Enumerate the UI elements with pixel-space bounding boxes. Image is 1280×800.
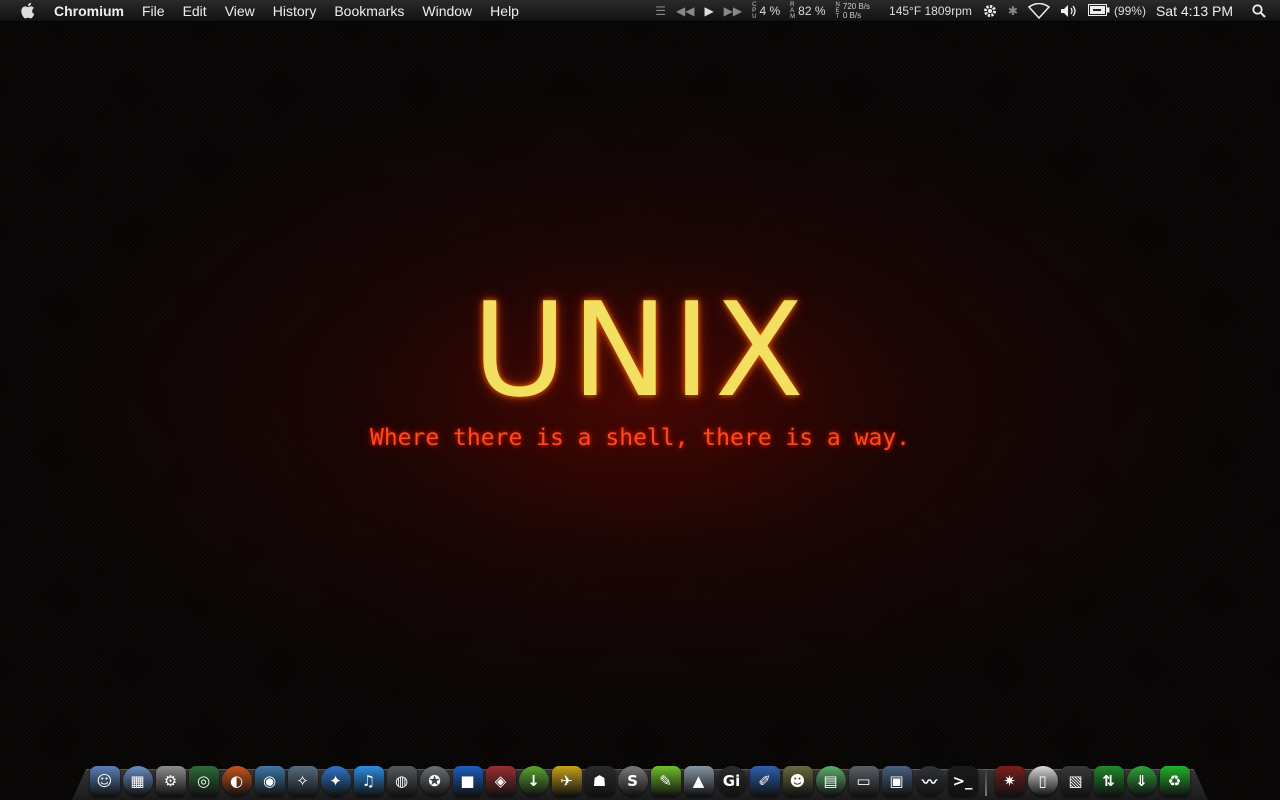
cpu-monitor[interactable]: CPU 4 % — [752, 0, 780, 22]
skype-icon[interactable]: S — [617, 766, 648, 796]
disk-utility-icon[interactable]: ▭ — [848, 766, 879, 796]
monitor-icon[interactable]: ▣ — [881, 766, 912, 796]
evernote-icon[interactable]: ✎ — [650, 766, 681, 796]
menu-bar: Chromium File Edit View History Bookmark… — [0, 0, 1280, 22]
system-preferences-icon[interactable]: ⚙ — [155, 766, 186, 796]
volume-icon[interactable] — [1060, 0, 1078, 22]
menu-bookmarks[interactable]: Bookmarks — [325, 0, 413, 22]
vlc-icon[interactable]: ▲ — [683, 766, 714, 796]
finder-icon[interactable]: ☺ — [89, 766, 120, 796]
robot-icon[interactable]: ✪ — [419, 766, 450, 796]
net-label: NET — [835, 2, 840, 20]
itunes-icon[interactable]: ♫ — [353, 766, 384, 796]
camino-icon[interactable]: ◉ — [254, 766, 285, 796]
wifi-icon[interactable] — [1027, 0, 1050, 22]
activity-monitor-icon[interactable]: 〰 — [914, 766, 945, 796]
cube-icon[interactable]: ◈ — [485, 766, 516, 796]
menu-history[interactable]: History — [264, 0, 326, 22]
ninja-icon[interactable]: ☗ — [584, 766, 615, 796]
fast-forward-icon[interactable]: ▶▶ — [724, 0, 742, 22]
download-arrow-icon[interactable]: ↓ — [518, 766, 549, 796]
dock-separator — [985, 766, 987, 796]
ram-label: RAM — [790, 2, 796, 20]
net-monitor[interactable]: NET 720 B/s 0 B/s — [836, 0, 870, 22]
list-icon[interactable]: ☰ — [655, 0, 666, 22]
menu-window[interactable]: Window — [413, 0, 481, 22]
battery-status[interactable]: (99%) — [1087, 0, 1146, 22]
net-down: 0 B/s — [842, 11, 862, 20]
menu-help[interactable]: Help — [481, 0, 528, 22]
firefox-icon[interactable]: ◐ — [221, 766, 252, 796]
blue-square-icon[interactable]: ■ — [452, 766, 483, 796]
rewind-icon[interactable]: ◀◀ — [676, 0, 694, 22]
dock: ☺ ▦ ⚙ ◎ ◐ ◉ ✧ ✦ ♫ ◍ ✪ ■ ◈ ↓ ✈ ☗ S ✎ ▲ Gi ✐ ☻ ▤ ▭ ▣ 〰 >_ ✷ ▯ ▧ ⇅ ⇓ ♻ — [72, 756, 1208, 800]
ram-value: 82 % — [798, 4, 826, 18]
desktop: Chromium File Edit View History Bookmark… — [0, 0, 1280, 800]
temp-fan-readout[interactable]: 145°F 1809rpm — [889, 0, 972, 22]
menu-view[interactable]: View — [216, 0, 264, 22]
battery-icon — [1087, 3, 1110, 19]
menu-app-name[interactable]: Chromium — [54, 0, 133, 22]
compass-icon[interactable]: ✧ — [287, 766, 318, 796]
clapper-icon[interactable]: ▧ — [1060, 766, 1091, 796]
net-up: 720 B/s — [842, 2, 871, 11]
wallpaper-headline: UNIX — [472, 274, 808, 426]
green-download-icon[interactable]: ⇓ — [1126, 766, 1157, 796]
cpu-value: 4 % — [759, 4, 781, 18]
gi-icon[interactable]: Gi — [716, 766, 747, 796]
apple-icon[interactable] — [18, 2, 36, 20]
play-icon[interactable]: ▶ — [704, 0, 713, 22]
coda-icon[interactable]: ✐ — [749, 766, 780, 796]
trash-icon[interactable]: ♻ — [1159, 766, 1190, 796]
document-icon[interactable]: ▯ — [1027, 766, 1058, 796]
transmit-icon[interactable]: ✈ — [551, 766, 582, 796]
ram-monitor[interactable]: RAM 82 % — [790, 0, 825, 22]
beetle-icon[interactable]: ✷ — [994, 766, 1025, 796]
wallpaper-tagline: Where there is a shell, there is a way. — [369, 425, 911, 451]
sync-arrows-icon[interactable]: ⇅ — [1093, 766, 1124, 796]
speaker-icon[interactable]: ◍ — [386, 766, 417, 796]
finder-window-icon[interactable]: ▦ — [122, 766, 153, 796]
terminal-icon[interactable]: >_ — [947, 766, 978, 796]
spotlight-search-icon[interactable] — [1252, 0, 1266, 22]
menu-extras: ☰ ◀◀ ▶ ▶▶ CPU 4 % RAM 82 % NET 720 B/s 0… — [650, 0, 1280, 22]
notes-icon[interactable]: ▤ — [815, 766, 846, 796]
cpu-label: CPU — [752, 2, 757, 20]
menu-file[interactable]: File — [133, 0, 174, 22]
safari-icon[interactable]: ✦ — [320, 766, 351, 796]
bluetooth-icon[interactable]: ✱ — [1008, 0, 1018, 22]
menu-edit[interactable]: Edit — [174, 0, 216, 22]
photo-booth-icon[interactable]: ☻ — [782, 766, 813, 796]
menu-clock[interactable]: Sat 4:13 PM — [1156, 0, 1233, 22]
radar-icon[interactable]: ◎ — [188, 766, 219, 796]
dock-icons: ☺ ▦ ⚙ ◎ ◐ ◉ ✧ ✦ ♫ ◍ ✪ ■ ◈ ↓ ✈ ☗ S ✎ ▲ Gi ✐ ☻ ▤ ▭ ▣ 〰 >_ ✷ ▯ ▧ ⇅ ⇓ ♻ — [88, 756, 1191, 796]
gear-icon[interactable] — [982, 0, 998, 22]
battery-percent: (99%) — [1113, 4, 1146, 18]
